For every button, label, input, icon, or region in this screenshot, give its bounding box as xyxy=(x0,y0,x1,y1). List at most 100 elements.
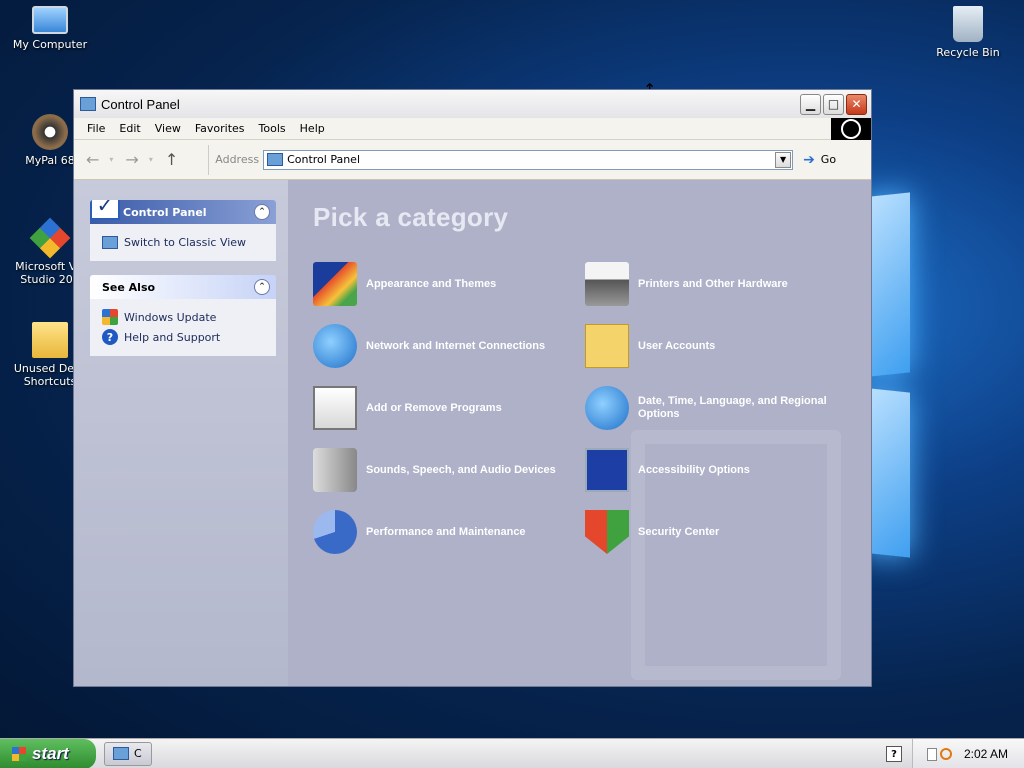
folder-icon xyxy=(32,322,68,358)
category-view: Pick a category Appearance and Themes Pr… xyxy=(288,180,871,686)
up-arrow-icon[interactable]: ↑ xyxy=(165,150,178,169)
category-accessibility[interactable]: Accessibility Options xyxy=(585,445,857,495)
page-title: Pick a category xyxy=(313,202,509,232)
category-label: Appearance and Themes xyxy=(366,277,497,290)
category-label: User Accounts xyxy=(638,339,716,352)
pane-title: See Also xyxy=(102,280,156,294)
control-panel-checkmark-icon: ✓ xyxy=(90,200,120,220)
category-user-accounts[interactable]: User Accounts xyxy=(585,321,857,371)
category-label: Performance and Maintenance xyxy=(366,525,526,538)
computer-icon xyxy=(32,6,68,34)
toolbar-divider xyxy=(208,144,210,175)
category-label: Sounds, Speech, and Audio Devices xyxy=(366,463,556,476)
task-label: C xyxy=(134,747,142,760)
mypal-icon xyxy=(32,114,68,150)
category-printers-hardware[interactable]: Printers and Other Hardware xyxy=(585,259,857,309)
back-dropdown-icon[interactable]: ▾ xyxy=(109,155,113,164)
menu-help[interactable]: Help xyxy=(293,122,332,135)
go-button[interactable]: ➔ Go xyxy=(803,152,836,168)
globe-clock-icon xyxy=(585,386,629,430)
taskbar-button-control-panel[interactable]: C xyxy=(104,741,152,766)
category-label: Date, Time, Language, and Regional Optio… xyxy=(638,395,827,420)
start-label: start xyxy=(32,743,69,763)
category-date-time-language[interactable]: Date, Time, Language, and Regional Optio… xyxy=(585,383,857,433)
control-panel-pane: ✓ Control Panel ⌃ Switch to Classic View xyxy=(90,200,276,261)
category-add-remove-programs[interactable]: Add or Remove Programs xyxy=(313,383,585,433)
windows-flag-icon xyxy=(12,746,26,761)
system-tray: 2:02 AM xyxy=(912,739,1024,768)
category-network-internet[interactable]: Network and Internet Connections xyxy=(313,321,585,371)
security-shield-icon xyxy=(585,510,629,554)
link-label: Help and Support xyxy=(124,330,221,344)
menu-bar: File Edit View Favorites Tools Help xyxy=(74,118,871,140)
see-also-header[interactable]: See Also ⌃ xyxy=(90,275,276,299)
printer-icon xyxy=(585,262,629,306)
category-sounds-audio[interactable]: Sounds, Speech, and Audio Devices xyxy=(313,445,585,495)
switch-classic-view-link[interactable]: Switch to Classic View xyxy=(102,232,264,252)
link-label: Switch to Classic View xyxy=(124,235,247,249)
task-pane: ✓ Control Panel ⌃ Switch to Classic View… xyxy=(74,180,288,686)
window-title: Control Panel xyxy=(101,96,180,112)
collapse-chevron-icon[interactable]: ⌃ xyxy=(254,204,270,220)
category-security-center[interactable]: Security Center xyxy=(585,507,857,557)
control-panel-pane-header[interactable]: ✓ Control Panel ⌃ xyxy=(90,200,276,224)
menu-edit[interactable]: Edit xyxy=(112,122,147,135)
windows-update-icon xyxy=(102,309,118,325)
search-tray-icon[interactable] xyxy=(940,748,952,760)
control-panel-window: Control Panel ▁ □ ✕ File Edit View Favor… xyxy=(73,89,872,687)
help-icon: ? xyxy=(102,329,118,345)
windows-update-link[interactable]: Windows Update xyxy=(102,307,264,327)
control-panel-icon xyxy=(80,97,96,111)
document-tray-icon[interactable] xyxy=(927,747,937,761)
start-button[interactable]: start xyxy=(0,738,96,768)
maximize-button[interactable]: □ xyxy=(823,93,844,115)
category-grid: Appearance and Themes Printers and Other… xyxy=(313,259,871,569)
go-label: Go xyxy=(820,153,837,166)
control-panel-icon xyxy=(113,747,129,760)
minimize-button[interactable]: ▁ xyxy=(800,93,821,115)
desktop-icon-recycle-bin[interactable]: Recycle Bin xyxy=(928,6,1008,59)
address-input[interactable]: Control Panel ▼ xyxy=(263,149,794,170)
speaker-icon xyxy=(313,448,357,492)
throbber-logo-icon xyxy=(831,118,871,140)
category-label: Network and Internet Connections xyxy=(366,339,546,352)
see-also-pane: See Also ⌃ Windows Update ? Help and Sup… xyxy=(90,275,276,356)
accessibility-icon xyxy=(585,448,629,492)
add-remove-programs-icon xyxy=(313,386,357,430)
category-label: Security Center xyxy=(638,525,720,538)
forward-arrow-icon[interactable]: → xyxy=(125,150,138,169)
network-icon xyxy=(313,324,357,368)
category-label: Add or Remove Programs xyxy=(366,401,502,414)
menu-favorites[interactable]: Favorites xyxy=(188,122,252,135)
help-tray-icon[interactable]: ? xyxy=(886,746,902,762)
menu-tools[interactable]: Tools xyxy=(252,122,293,135)
go-arrow-icon: ➔ xyxy=(803,151,815,168)
address-label: Address xyxy=(215,153,260,166)
category-performance-maintenance[interactable]: Performance and Maintenance xyxy=(313,507,585,557)
back-arrow-icon[interactable]: ← xyxy=(86,150,99,169)
collapse-chevron-icon[interactable]: ⌃ xyxy=(254,279,270,295)
menu-file[interactable]: File xyxy=(80,122,112,135)
appearance-icon xyxy=(313,262,357,306)
title-bar[interactable]: Control Panel ▁ □ ✕ xyxy=(74,90,871,118)
category-label: Printers and Other Hardware xyxy=(638,277,788,290)
link-label: Windows Update xyxy=(124,310,217,324)
address-value: Control Panel xyxy=(287,153,360,166)
close-button[interactable]: ✕ xyxy=(846,93,867,115)
user-accounts-icon xyxy=(585,324,629,368)
chevron-down-icon[interactable]: ▼ xyxy=(775,151,792,168)
address-toolbar: ← ▾ → ▾ ↑ Address Control Panel ▼ ➔ Go xyxy=(74,140,871,180)
forward-dropdown-icon[interactable]: ▾ xyxy=(149,155,153,164)
pane-title: Control Panel xyxy=(123,205,207,219)
help-support-link[interactable]: ? Help and Support xyxy=(102,327,264,347)
control-panel-icon xyxy=(102,235,118,249)
desktop-icon-my-computer[interactable]: My Computer xyxy=(10,6,90,51)
performance-icon xyxy=(313,510,357,554)
category-label: Accessibility Options xyxy=(638,463,750,476)
menu-view[interactable]: View xyxy=(148,122,188,135)
clock[interactable]: 2:02 AM xyxy=(964,747,1008,761)
recycle-bin-icon xyxy=(953,6,983,42)
category-appearance-themes[interactable]: Appearance and Themes xyxy=(313,259,585,309)
visual-studio-icon xyxy=(29,217,71,259)
control-panel-icon xyxy=(267,153,284,166)
